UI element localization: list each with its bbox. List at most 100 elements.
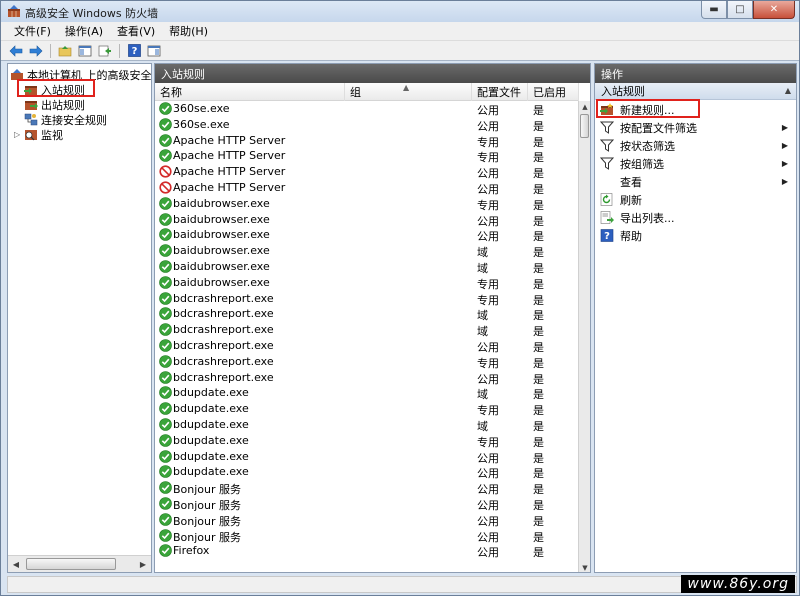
rule-row[interactable]: Apache HTTP Server 专用 是 <box>155 148 579 164</box>
action-label: 帮助 <box>620 229 642 243</box>
action-label: 查看 <box>620 175 642 189</box>
allow-check-icon <box>159 244 172 257</box>
back-button[interactable] <box>7 43 25 59</box>
action-filter-by-profile[interactable]: 按配置文件筛选 ▶ <box>595 119 796 136</box>
expand-arrow-icon[interactable]: ▷ <box>14 130 22 139</box>
rule-row[interactable]: baidubrowser.exe 专用 是 <box>155 275 579 291</box>
allow-check-icon <box>159 465 172 479</box>
rule-row[interactable]: Apache HTTP Server 公用 是 <box>155 180 579 196</box>
rule-row[interactable]: bdcrashreport.exe 域 是 <box>155 322 579 338</box>
rule-row[interactable]: bdupdate.exe 专用 是 <box>155 401 579 417</box>
tree-horizontal-scrollbar[interactable]: ◀ ▶ <box>8 555 151 572</box>
action-pane-button[interactable] <box>145 43 163 59</box>
rule-enabled: 是 <box>533 340 544 354</box>
rules-vertical-scrollbar[interactable]: ▲ ▼ <box>578 101 590 572</box>
tree-item-outbound-rules[interactable]: 出站规则 <box>24 97 85 112</box>
rule-row[interactable]: baidubrowser.exe 域 是 <box>155 243 579 259</box>
minimize-button[interactable]: ▬ <box>701 1 727 19</box>
rule-profile: 专用 <box>477 435 499 449</box>
svg-text:?: ? <box>131 46 137 57</box>
column-name[interactable]: 名称 <box>155 83 345 101</box>
rule-profile: 公用 <box>477 340 499 354</box>
rule-row[interactable]: bdcrashreport.exe 专用 是 <box>155 354 579 370</box>
action-export-list[interactable]: 导出列表... <box>595 209 796 226</box>
rule-name: Bonjour 服务 <box>173 530 242 544</box>
rule-row[interactable]: bdupdate.exe 域 是 <box>155 417 579 433</box>
rules-pane-header: 入站规则 <box>155 64 590 83</box>
actions-section-inbound[interactable]: 入站规则 ▲ <box>595 83 796 100</box>
allow-check-icon <box>159 544 172 558</box>
rule-row[interactable]: baidubrowser.exe 公用 是 <box>155 212 579 228</box>
rule-row[interactable]: bdcrashreport.exe 域 是 <box>155 306 579 322</box>
menu-file[interactable]: 文件(F) <box>7 23 58 39</box>
rule-enabled: 是 <box>533 451 544 465</box>
column-profile[interactable]: 配置文件 <box>472 83 528 101</box>
collapse-arrow-icon[interactable]: ▲ <box>785 86 791 95</box>
scroll-left-icon[interactable]: ◀ <box>8 556 24 572</box>
rule-row[interactable]: Bonjour 服务 公用 是 <box>155 480 579 496</box>
maximize-button[interactable]: □ <box>727 1 753 19</box>
column-enabled[interactable]: 已启用 <box>528 83 579 101</box>
scroll-right-icon[interactable]: ▶ <box>135 556 151 572</box>
rule-profile: 公用 <box>477 104 499 117</box>
forward-icon <box>29 44 43 57</box>
action-filter-by-state[interactable]: 按状态筛选 ▶ <box>595 137 796 154</box>
menu-action[interactable]: 操作(A) <box>58 23 110 39</box>
status-bar <box>7 576 797 593</box>
rule-row[interactable]: bdupdate.exe 域 是 <box>155 385 579 401</box>
rule-row[interactable]: bdupdate.exe 公用 是 <box>155 464 579 480</box>
tree-item-monitor[interactable]: ▷ 监视 <box>14 127 63 142</box>
rule-row[interactable]: bdupdate.exe 专用 是 <box>155 433 579 449</box>
rule-profile: 公用 <box>477 182 499 196</box>
rule-name: Apache HTTP Server <box>173 133 286 147</box>
forward-button[interactable] <box>27 43 45 59</box>
console-tree-button[interactable] <box>76 43 94 59</box>
rule-enabled: 是 <box>533 309 544 323</box>
rule-row[interactable]: bdcrashreport.exe 专用 是 <box>155 291 579 307</box>
rule-profile: 公用 <box>477 230 499 244</box>
rule-enabled: 是 <box>533 388 544 402</box>
rule-row[interactable]: Firefox 公用 是 <box>155 543 579 559</box>
rule-name: bdupdate.exe <box>173 402 249 416</box>
up-button[interactable] <box>56 43 74 59</box>
action-view[interactable]: 查看 ▶ <box>595 173 796 190</box>
scroll-thumb[interactable] <box>26 558 116 570</box>
export-button[interactable] <box>96 43 114 59</box>
actions-section-label: 入站规则 <box>601 85 645 98</box>
rule-row[interactable]: 360se.exe 公用 是 <box>155 101 579 117</box>
menu-help[interactable]: 帮助(H) <box>162 23 215 39</box>
tree-item-connection-security[interactable]: 连接安全规则 <box>24 112 107 127</box>
rule-row[interactable]: 360se.exe 公用 是 <box>155 117 579 133</box>
rule-row[interactable]: Bonjour 服务 公用 是 <box>155 496 579 512</box>
rule-row[interactable]: Bonjour 服务 公用 是 <box>155 512 579 528</box>
rule-row[interactable]: bdupdate.exe 公用 是 <box>155 449 579 465</box>
rule-row[interactable]: Bonjour 服务 公用 是 <box>155 528 579 544</box>
allow-check-icon <box>159 196 172 210</box>
rule-row[interactable]: baidubrowser.exe 公用 是 <box>155 227 579 243</box>
allow-check-icon <box>159 481 172 494</box>
title-bar[interactable]: 高级安全 Windows 防火墙 ▬ □ ✕ <box>1 1 799 22</box>
scroll-down-icon[interactable]: ▼ <box>579 562 590 572</box>
action-refresh[interactable]: 刷新 <box>595 191 796 208</box>
action-help[interactable]: ? 帮助 <box>595 227 796 244</box>
action-label: 按状态筛选 <box>620 139 675 153</box>
outbound-rules-icon <box>25 101 38 110</box>
highlight-box-inbound <box>17 79 95 97</box>
help-button[interactable]: ? <box>125 43 143 59</box>
action-label: 按组筛选 <box>620 157 664 171</box>
close-button[interactable]: ✕ <box>753 1 795 19</box>
scroll-thumb[interactable] <box>580 114 589 138</box>
scroll-up-icon[interactable]: ▲ <box>579 101 590 113</box>
rule-profile: 公用 <box>477 167 499 181</box>
rule-profile: 域 <box>477 388 488 402</box>
rule-row[interactable]: baidubrowser.exe 域 是 <box>155 259 579 275</box>
rule-row[interactable]: Apache HTTP Server 公用 是 <box>155 164 579 180</box>
menu-view[interactable]: 查看(V) <box>110 23 162 39</box>
rule-row[interactable]: Apache HTTP Server 专用 是 <box>155 133 579 149</box>
rule-row[interactable]: baidubrowser.exe 专用 是 <box>155 196 579 212</box>
action-filter-by-group[interactable]: 按组筛选 ▶ <box>595 155 796 172</box>
rule-enabled: 是 <box>533 325 544 339</box>
rule-row[interactable]: bdcrashreport.exe 公用 是 <box>155 338 579 354</box>
rule-enabled: 是 <box>533 182 544 196</box>
rule-row[interactable]: bdcrashreport.exe 公用 是 <box>155 370 579 386</box>
